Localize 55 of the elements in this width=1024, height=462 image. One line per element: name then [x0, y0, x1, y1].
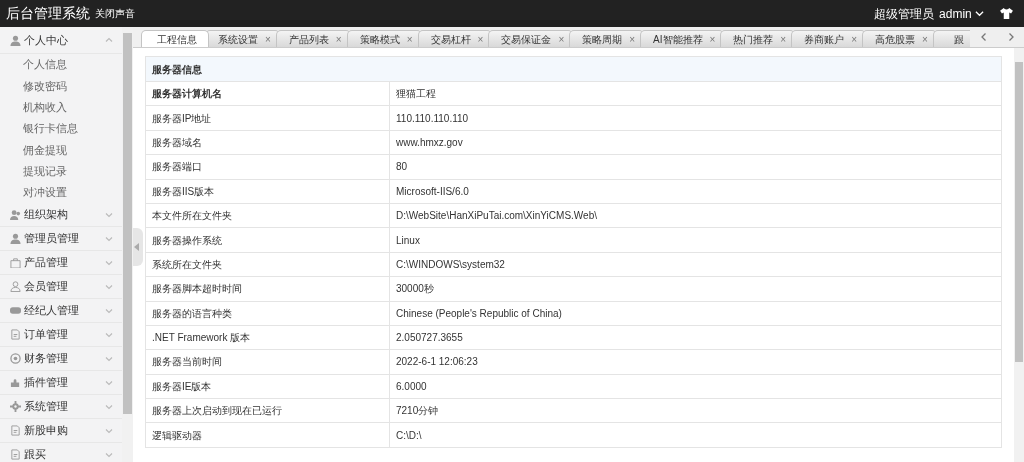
table-cell: 服务器当前时间	[145, 349, 390, 375]
tab[interactable]: 工程信息	[141, 30, 209, 47]
table-cell: 服务器IE版本	[145, 374, 390, 399]
table-cell: 系统所在文件夹	[145, 252, 390, 277]
table-cell: 服务器上次启动到现在已运行	[145, 398, 390, 423]
table-cell: 本文件所在文件夹	[145, 203, 390, 228]
table-cell: 2022-6-1 12:06:23	[389, 349, 1002, 375]
table-cell: 7210分钟	[389, 398, 1002, 423]
table-cell: 服务器IP地址	[145, 105, 390, 131]
close-icon[interactable]: ×	[335, 31, 342, 47]
close-icon[interactable]: ×	[709, 31, 716, 47]
tab[interactable]: 策略模式 ×	[346, 30, 422, 47]
table-cell: 6.0000	[389, 374, 1002, 399]
sidebar-subitem[interactable]: 机构收入	[0, 96, 122, 118]
table-cell: Chinese (People's Republic of China)	[389, 301, 1002, 326]
table-cell: .NET Framework 版本	[145, 325, 390, 350]
close-icon[interactable]: ×	[851, 31, 858, 47]
table-cell: C:\D:\	[389, 422, 1002, 448]
close-icon[interactable]: ×	[265, 31, 271, 47]
table-cell: 服务器IIS版本	[145, 179, 390, 204]
table-cell: D:\WebSite\HanXiPuTai.com\XinYiCMS.Web\	[389, 203, 1002, 228]
close-icon[interactable]: ×	[780, 31, 787, 47]
table-cell: 2.050727.3655	[389, 325, 1002, 350]
sidebar-subitem[interactable]: 对冲设置	[0, 181, 122, 204]
sidebar-subitem[interactable]: 银行卡信息	[0, 117, 122, 140]
close-icon[interactable]: ×	[922, 31, 928, 47]
table-cell: 服务器计算机名	[145, 81, 390, 106]
sound-toggle-link[interactable]: 关闭声音	[95, 6, 135, 21]
table-cell: 服务器的语言种类	[145, 301, 390, 326]
table-cell: 狸猫工程	[389, 81, 1002, 106]
table-cell: C:\WINDOWS\system32	[389, 252, 1002, 277]
table-cell: 服务器操作系统	[145, 227, 390, 253]
app-title: 后台管理系统	[5, 4, 90, 23]
close-icon[interactable]: ×	[558, 31, 565, 47]
close-icon[interactable]: ×	[406, 31, 413, 47]
table-cell: 30000秒	[389, 276, 1002, 301]
table-cell: 服务器脚本超时时间	[145, 276, 390, 301]
close-icon[interactable]: ×	[629, 31, 636, 47]
table-cell: Linux	[389, 227, 1002, 253]
sidebar-subitem[interactable]: 修改密码	[0, 75, 122, 97]
table-cell: 110.110.110.110	[389, 105, 1002, 131]
table-cell: 服务器域名	[145, 130, 390, 155]
table-cell: Microsoft-IIS/6.0	[389, 179, 1002, 204]
table-cell: 逻辑驱动器	[145, 422, 390, 448]
sidebar-subitem[interactable]: 佣金提现	[0, 139, 122, 161]
sidebar-subitem[interactable]: 提现记录	[0, 160, 122, 182]
user-menu[interactable]: admin	[939, 4, 984, 23]
table-cell: 服务器端口	[145, 154, 390, 180]
tab[interactable]: 跟	[932, 30, 970, 47]
table-title: 服务器信息	[145, 56, 1002, 82]
close-icon[interactable]: ×	[477, 31, 484, 47]
user-role: 超级管理员	[873, 5, 934, 23]
table-cell: www.hmxz.gov	[389, 130, 1002, 155]
table-cell: 80	[389, 154, 1002, 180]
sidebar-subitem[interactable]: 个人信息	[0, 54, 122, 76]
